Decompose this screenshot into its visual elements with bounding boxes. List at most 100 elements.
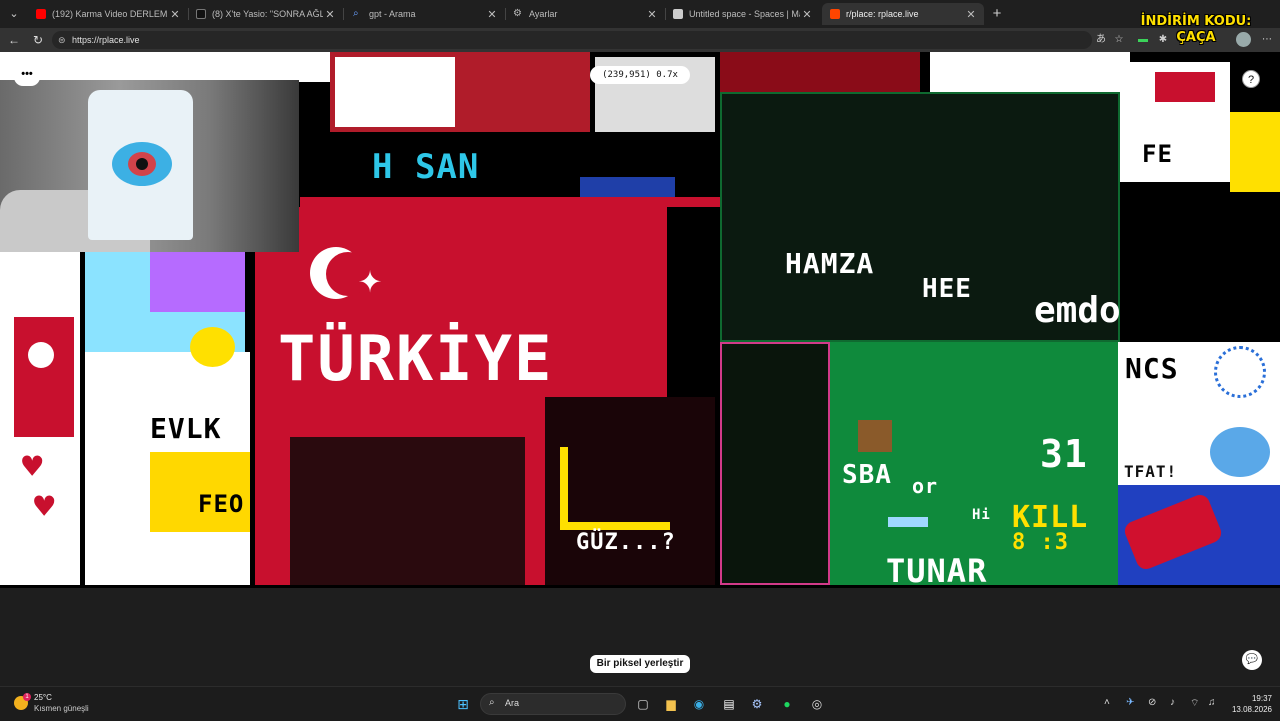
close-icon[interactable]: ✕: [323, 8, 337, 21]
tab-label: (192) Karma Video DERLEMESİ #2: [52, 9, 168, 19]
search-icon: ⌕: [353, 8, 359, 19]
tab-rplace[interactable]: r/place: rplace.live ✕: [822, 3, 984, 25]
wifi-icon[interactable]: ⌔: [1190, 697, 1199, 710]
steam-icon[interactable]: ⚙: [748, 695, 766, 713]
star-art: ✦: [358, 256, 383, 302]
file-explorer-icon[interactable]: ▆: [662, 695, 680, 713]
chrome-icon[interactable]: ◎: [808, 695, 826, 713]
tab-settings[interactable]: ⚙ Ayarlar ✕: [505, 3, 665, 25]
start-button[interactable]: ⊞: [454, 695, 472, 713]
tab-label: Untitled space - Spaces | Magnific: [689, 9, 800, 19]
pixel-art-region: [335, 57, 455, 127]
close-icon[interactable]: ✕: [800, 8, 814, 21]
star-icon[interactable]: ☆: [1112, 33, 1126, 47]
more-menu-icon[interactable]: ⋯: [1260, 33, 1274, 47]
clock-time: 19:37: [1251, 694, 1272, 703]
address-bar[interactable]: ⊜ https://rplace.live: [52, 31, 1092, 49]
weather-condition: Kısmen güneşli: [34, 704, 89, 713]
image-icon: [673, 9, 683, 19]
close-icon[interactable]: ✕: [645, 8, 659, 21]
pixel-art-region: [28, 342, 54, 368]
taskbar-search[interactable]: ⌕ Ara: [480, 693, 626, 715]
pixel-art-region: [1210, 427, 1270, 477]
pixel-art-region: [1230, 112, 1280, 192]
tab-strip: ⌄ (192) Karma Video DERLEMESİ #2 ✕ (8) X…: [0, 0, 1280, 28]
chat-button[interactable]: 💬: [1242, 650, 1262, 670]
site-info-icon[interactable]: ⊜: [58, 31, 66, 49]
turkiye-text-art: TÜRKİYE: [278, 322, 554, 395]
webcam-overlay: [0, 80, 299, 252]
edge-browser-icon[interactable]: ◉: [690, 695, 708, 713]
promo-code: ÇAÇA: [1176, 30, 1216, 45]
promo-overlay: İNDİRİM KODU: ÇAÇA: [1140, 14, 1252, 52]
youtube-icon: [36, 9, 46, 19]
place-canvas[interactable]: ✦ TÜRKİYE GÜZ...? ♥ ♥ EVLK FEO H SAN HAM…: [0, 52, 1280, 588]
canvas-menu-button[interactable]: •••: [14, 68, 40, 86]
close-icon[interactable]: ✕: [485, 8, 499, 21]
network-icon[interactable]: ⊘: [1148, 697, 1156, 708]
sba-text-art: SBA: [842, 460, 892, 490]
close-icon[interactable]: ✕: [964, 8, 978, 21]
x-logo-icon: [196, 9, 206, 19]
coordinate-display: (239,951) 0.7x: [590, 66, 690, 84]
guz-text-art: GÜZ...?: [576, 530, 676, 555]
pixel-art-region: [560, 522, 670, 530]
tab-karma-video[interactable]: (192) Karma Video DERLEMESİ #2 ✕: [28, 3, 188, 25]
chevron-up-icon[interactable]: ˄: [1104, 697, 1110, 708]
hasan-text-art: H SAN: [372, 147, 480, 187]
gear-icon: ⚙: [513, 8, 522, 19]
reload-button[interactable]: ↻: [30, 32, 46, 48]
pixel-art-region: [150, 252, 245, 312]
pixel-art-region: [545, 397, 715, 585]
system-clock[interactable]: 19:37 13.08.2026: [1222, 693, 1272, 715]
help-button[interactable]: ?: [1242, 70, 1260, 88]
pixel-art-region: [560, 447, 568, 527]
tab-magnific-space[interactable]: Untitled space - Spaces | Magnific ✕: [665, 3, 820, 25]
place-pixel-button[interactable]: Bir piksel yerleştir: [590, 655, 690, 673]
pixel-art-region: [720, 342, 830, 585]
notepad-icon[interactable]: ▤: [720, 695, 738, 713]
num31-text-art: 31: [1040, 432, 1088, 476]
hamza-text-art: HAMZA: [785, 247, 875, 280]
back-button[interactable]: ←: [6, 32, 22, 48]
new-tab-button[interactable]: +: [988, 5, 1006, 23]
weather-widget[interactable]: 1 25°C Kısmen güneşli: [14, 693, 134, 717]
or-text-art: or: [912, 474, 939, 498]
tab-list-button[interactable]: ⌄: [4, 4, 24, 24]
fe-text-art: FE: [1142, 140, 1173, 168]
close-icon[interactable]: ✕: [168, 8, 182, 21]
spotify-icon[interactable]: ●: [778, 695, 796, 713]
task-view-icon[interactable]: ▢: [634, 695, 652, 713]
pixel-art-region: [1155, 72, 1215, 102]
webcam-shirt-eye-pupil: [136, 158, 148, 170]
weather-temp: 25°C: [34, 693, 52, 702]
tab-gpt-search[interactable]: ⌕ gpt - Arama ✕: [345, 3, 505, 25]
heart-art: ♥: [22, 447, 43, 487]
emdo-text-art: emdo: [1034, 290, 1121, 331]
translate-icon[interactable]: あ: [1094, 33, 1108, 47]
pixel-art-region: [888, 517, 928, 527]
microphone-icon[interactable]: ♪: [1170, 697, 1175, 708]
heart-art: ♥: [34, 487, 55, 527]
search-label: Ara: [505, 698, 520, 708]
hee-text-art: HEE: [922, 274, 972, 304]
pixel-art-region: [300, 197, 720, 207]
feo-text-art: FEO: [198, 490, 245, 518]
tab-label: r/place: rplace.live: [846, 9, 919, 19]
promo-text: İNDİRİM KODU:: [1140, 14, 1252, 29]
tab-label: Ayarlar: [529, 9, 558, 19]
volume-icon[interactable]: ♫: [1208, 697, 1216, 708]
windows-logo-icon: ⊞: [457, 696, 469, 712]
clock-art: [1214, 346, 1266, 398]
evlk-text-art: EVLK: [150, 412, 222, 445]
arrow-left-icon: ←: [8, 33, 20, 47]
plus-icon: +: [992, 5, 1002, 22]
browser-toolbar: ← ↻ ⊜ https://rplace.live あ ☆ ▬ ✱ ⋯: [0, 28, 1280, 52]
tab-label: gpt - Arama: [369, 9, 416, 19]
pixel-art-region: [14, 317, 74, 437]
chat-bubble-icon: 💬: [1245, 654, 1259, 665]
bluetooth-icon[interactable]: ✈: [1126, 697, 1134, 708]
tab-x-post[interactable]: (8) X'te Yasio: "SONRA AĞLAMAK ✕: [188, 3, 343, 25]
tab-separator: [343, 8, 344, 20]
chevron-down-icon: ⌄: [9, 8, 19, 20]
